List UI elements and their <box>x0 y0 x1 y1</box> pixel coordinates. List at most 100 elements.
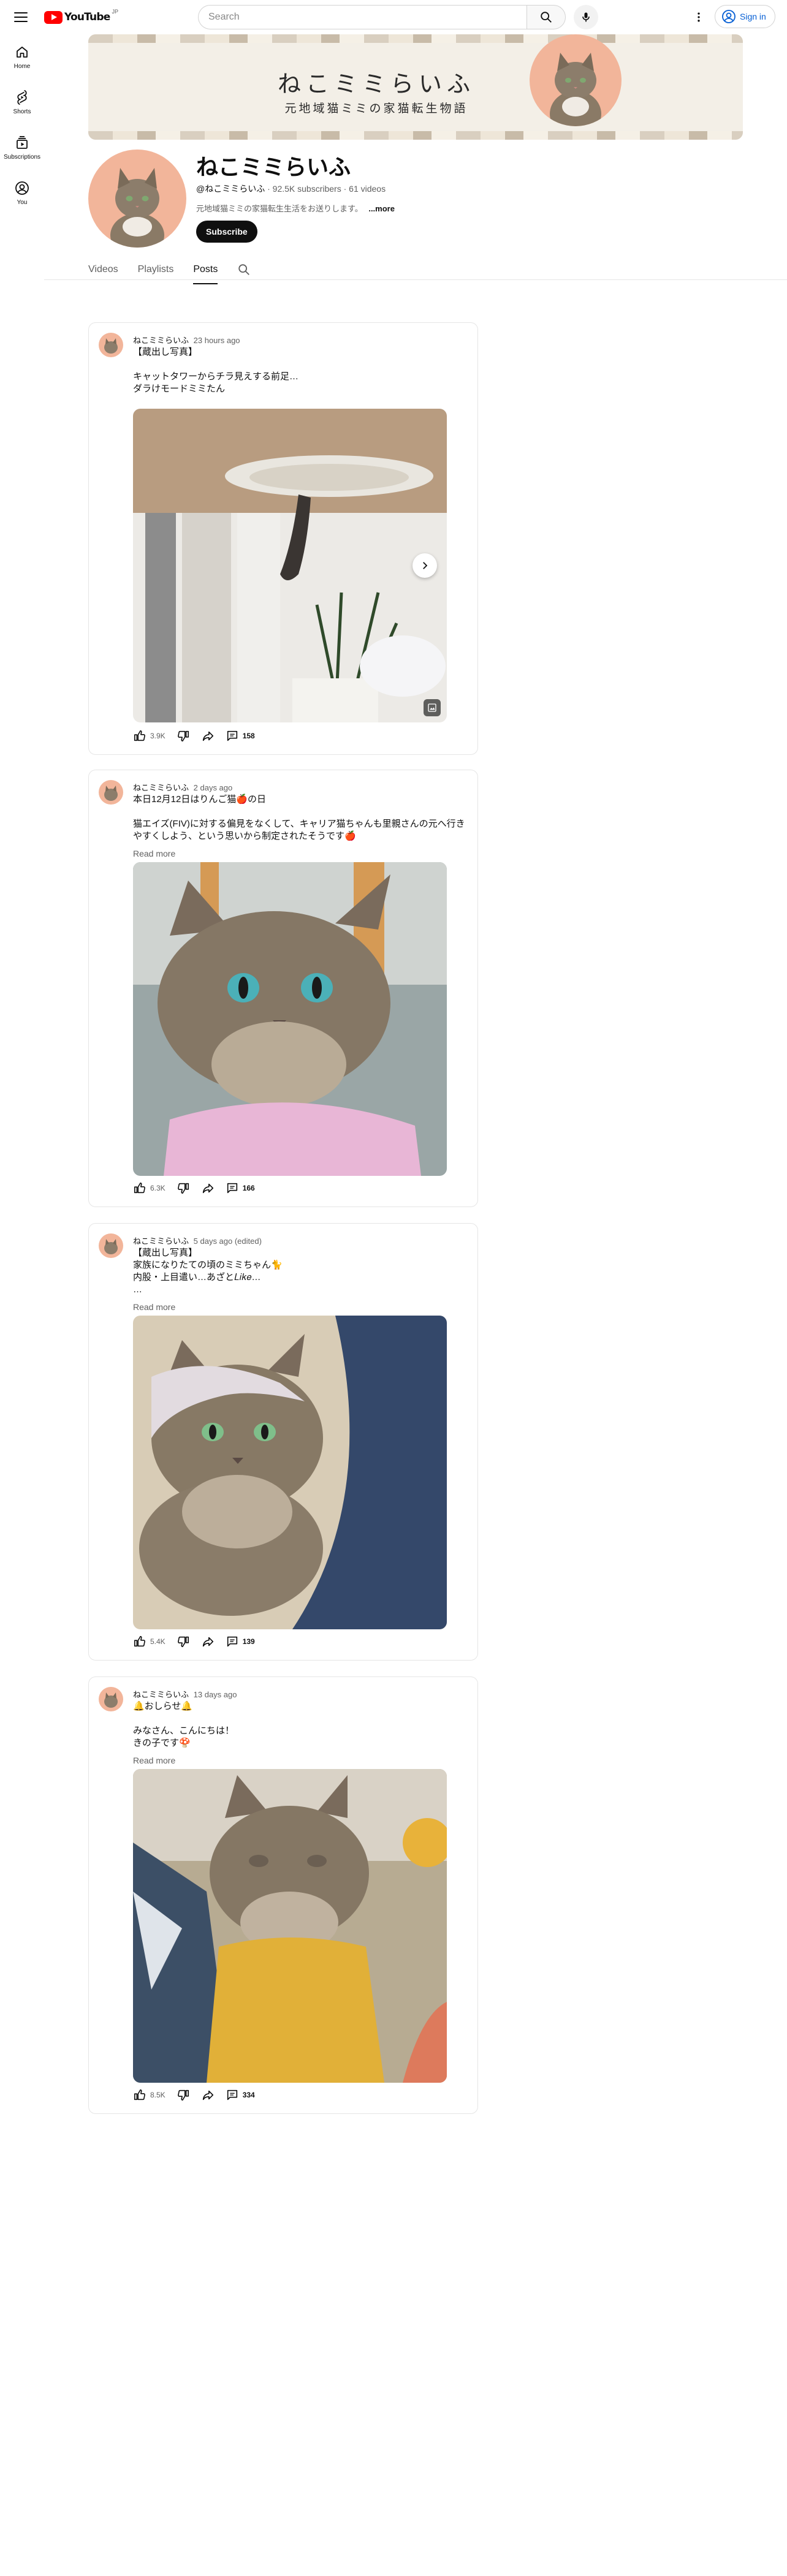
post-header: ねこミミらいふ 5 days ago (edited) <box>133 1235 262 1246</box>
rail-item-shorts[interactable]: Shorts <box>0 80 44 125</box>
multi-image-icon <box>424 699 441 716</box>
post-author-avatar[interactable] <box>99 1687 123 1711</box>
post-text: 【蔵出し写真】 家族になりたての頃のミミちゃん🐈 内股・上目遣い…あざと𝐿𝑖𝑘𝑒… <box>133 1248 283 1295</box>
channel-meta: @ねこミミらいふ · 92.5K subscribers · 61 videos <box>196 183 386 195</box>
thumbs-up-icon <box>134 1635 145 1647</box>
post-author-avatar[interactable] <box>99 333 123 357</box>
comment-icon <box>227 2089 237 2101</box>
post-actions: 5.4K 139 <box>133 1632 266 1651</box>
share-button[interactable] <box>201 726 215 746</box>
share-icon <box>202 1183 213 1194</box>
channel-stats: · 92.5K subscribers · 61 videos <box>267 184 386 194</box>
dislike-button[interactable] <box>177 1178 190 1198</box>
next-image-button[interactable] <box>413 553 437 578</box>
channel-name: ねこミミらいふ <box>196 155 351 180</box>
share-button[interactable] <box>201 1178 215 1198</box>
sign-in-label: Sign in <box>740 12 766 21</box>
description-more-link[interactable]: ...more <box>368 204 395 213</box>
thumbs-down-icon <box>177 730 189 742</box>
post-image[interactable] <box>133 1769 447 2083</box>
community-post: ねこミミらいふ 5 days ago (edited) 【蔵出し写真】 家族にな… <box>88 1223 478 1661</box>
rail-item-you[interactable]: You <box>0 170 44 216</box>
comment-count: 166 <box>242 1184 255 1192</box>
channel-description-text: 元地域猫ミミの家猫転生生活をお送りします。 <box>196 204 363 213</box>
share-icon <box>202 1637 213 1647</box>
like-button[interactable]: 6.3K <box>133 1178 165 1198</box>
post-author[interactable]: ねこミミらいふ <box>133 783 189 792</box>
dislike-button[interactable] <box>177 1632 190 1651</box>
post-image[interactable] <box>133 409 447 722</box>
left-rail: Home Shorts Subscriptions You <box>0 34 44 216</box>
read-more-link[interactable]: Read more <box>133 1302 175 1312</box>
share-icon <box>202 2090 213 2101</box>
rail-item-home[interactable]: Home <box>0 34 44 80</box>
logo-text: YouTube <box>64 11 110 23</box>
channel-banner: ねこミミらいふ 元地域猫ミミの家猫転生物語 <box>88 34 743 140</box>
post-image[interactable] <box>133 862 447 1176</box>
post-header: ねこミミらいふ 2 days ago <box>133 781 232 793</box>
rail-label: Shorts <box>13 108 31 115</box>
share-button[interactable] <box>201 1632 215 1651</box>
post-time[interactable]: 5 days ago (edited) <box>194 1237 262 1246</box>
banner-decoration <box>88 131 743 140</box>
search-icon <box>238 264 250 275</box>
post-text: 【蔵出し写真】 キャットタワーからチラ見えする前足… ダラけモードミミたん <box>133 347 299 394</box>
account-circle-icon <box>722 10 736 23</box>
post-image[interactable] <box>133 1316 447 1629</box>
dislike-button[interactable] <box>177 2085 190 2105</box>
search-icon <box>541 12 552 23</box>
post-text: 本日12月12日はりんご猫🍎の日 猫エイズ(FIV)に対する偏見をなくして、キャ… <box>133 794 465 841</box>
comment-count: 139 <box>242 1637 255 1646</box>
search-button[interactable] <box>527 5 566 29</box>
tabs-divider <box>44 279 787 280</box>
post-text: 🔔おしらせ🔔 みなさん、こんにちは！ きの子です🍄 <box>133 1701 235 1748</box>
rail-label: You <box>17 199 28 206</box>
comment-count: 158 <box>242 732 255 740</box>
post-author[interactable]: ねこミミらいふ <box>133 336 189 345</box>
chevron-right-icon <box>423 562 428 569</box>
post-author-avatar[interactable] <box>99 780 123 805</box>
thumbs-down-icon <box>177 1636 189 1648</box>
rail-label: Subscriptions <box>3 153 41 161</box>
like-button[interactable]: 8.5K <box>133 2085 165 2105</box>
more-vertical-icon <box>698 12 700 22</box>
like-button[interactable]: 3.9K <box>133 726 165 746</box>
post-author[interactable]: ねこミミらいふ <box>133 1690 189 1699</box>
thumbs-down-icon <box>177 1183 189 1194</box>
post-time[interactable]: 23 hours ago <box>194 336 240 345</box>
like-count: 8.5K <box>150 2091 165 2099</box>
search-box <box>198 5 566 29</box>
comment-icon <box>227 1636 237 1647</box>
post-author-avatar[interactable] <box>99 1233 123 1258</box>
rail-label: Home <box>13 63 31 70</box>
share-icon <box>202 731 213 741</box>
hamburger-menu-icon[interactable] <box>12 9 29 26</box>
search-input[interactable] <box>198 5 527 29</box>
banner-subtitle: 元地域猫ミミの家猫転生物語 <box>284 102 468 115</box>
dislike-button[interactable] <box>177 726 190 746</box>
post-author[interactable]: ねこミミらいふ <box>133 1237 189 1246</box>
youtube-logo[interactable]: YouTube JP <box>44 9 118 25</box>
read-more-link[interactable]: Read more <box>133 1756 175 1765</box>
comments-button[interactable]: 139 <box>226 1632 255 1651</box>
rail-item-subscriptions[interactable]: Subscriptions <box>0 125 44 170</box>
post-time[interactable]: 13 days ago <box>194 1690 237 1699</box>
read-more-link[interactable]: Read more <box>133 849 175 858</box>
settings-more-button[interactable] <box>688 6 710 28</box>
comments-button[interactable]: 334 <box>226 2085 255 2105</box>
post-time[interactable]: 2 days ago <box>194 783 233 792</box>
post-actions: 3.9K 158 <box>133 726 266 746</box>
share-button[interactable] <box>201 2085 215 2105</box>
like-button[interactable]: 5.4K <box>133 1632 165 1651</box>
home-icon <box>17 46 28 58</box>
banner-cat-image <box>530 34 622 126</box>
channel-description[interactable]: 元地域猫ミミの家猫転生生活をお送りします。 ...more <box>196 202 395 214</box>
top-bar: YouTube JP Sign in <box>0 0 787 34</box>
comments-button[interactable]: 166 <box>226 1178 255 1198</box>
thumbs-up-icon <box>134 730 145 741</box>
voice-search-button[interactable] <box>574 5 598 29</box>
banner-decoration <box>88 34 743 43</box>
comments-button[interactable]: 158 <box>226 726 255 746</box>
sign-in-button[interactable]: Sign in <box>715 5 775 28</box>
subscribe-button[interactable]: Subscribe <box>196 221 257 243</box>
